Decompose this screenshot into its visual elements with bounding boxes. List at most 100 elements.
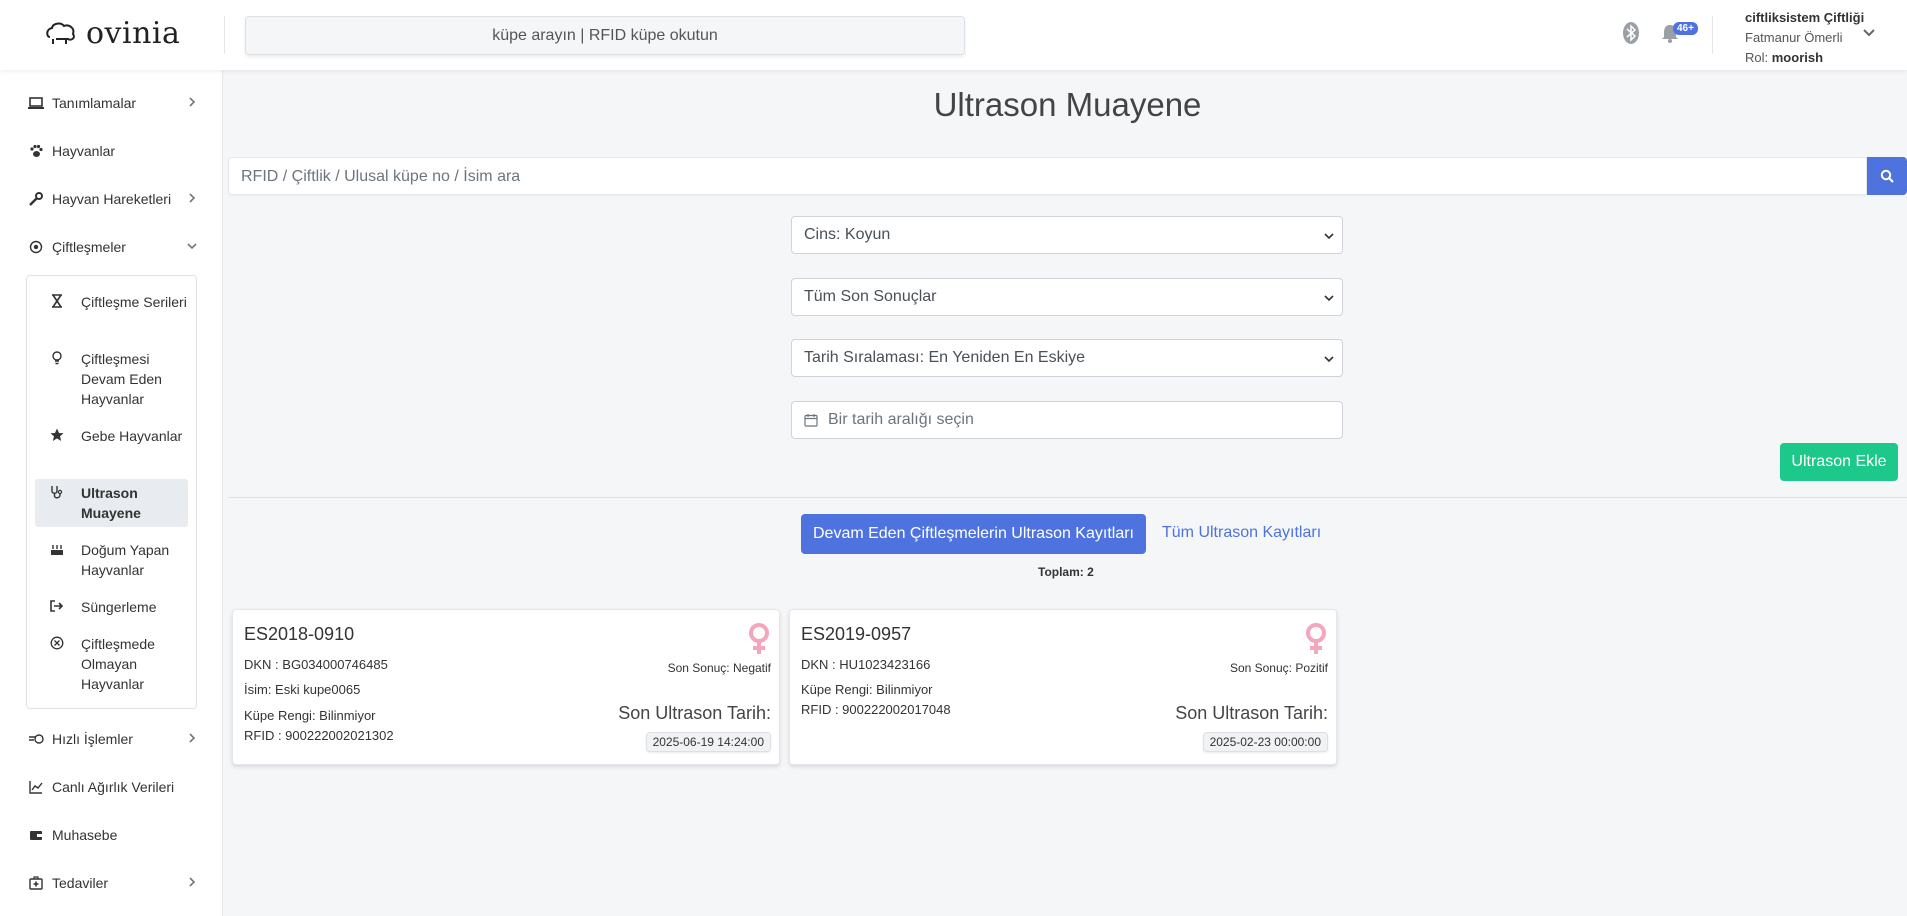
- sidebar-item-ciftlesmeler[interactable]: Çiftleşmeler: [28, 236, 198, 258]
- chevron-down-icon: [1324, 356, 1334, 363]
- submenu-item-ciftlesme-serileri[interactable]: Çiftleşme Serileri: [35, 288, 188, 316]
- medkit-icon: [28, 875, 44, 891]
- sign-out-icon: [49, 597, 65, 615]
- wallet-icon: [28, 827, 44, 843]
- bluetooth-icon[interactable]: [1622, 21, 1640, 45]
- breed-select[interactable]: Cins: Koyun: [791, 216, 1343, 254]
- top-header: ovinia küpe arayın | RFID küpe okutun 46…: [0, 0, 1907, 70]
- times-circle-icon: [49, 634, 65, 652]
- chart-line-icon: [28, 779, 44, 795]
- user-name: Fatmanur Ömerli: [1745, 30, 1843, 45]
- chevron-right-icon: [189, 877, 196, 887]
- female-icon: [1306, 623, 1326, 654]
- animal-name: İsim: Eski kupe0065: [244, 682, 361, 697]
- divider: [228, 497, 1907, 498]
- hourglass-icon: [49, 292, 65, 310]
- brand-logo[interactable]: ovinia: [44, 16, 180, 51]
- submenu-item-sungerleme[interactable]: Süngerleme: [35, 593, 188, 621]
- tab-ongoing-matings-ultrasound[interactable]: Devam Eden Çiftleşmelerin Ultrason Kayıt…: [801, 514, 1146, 554]
- sidebar-item-hizli-islemler[interactable]: Hızlı İşlemler: [28, 728, 198, 750]
- notification-badge: 46+: [1673, 22, 1698, 35]
- header-divider: [224, 16, 225, 54]
- brand-name: ovinia: [86, 16, 181, 51]
- sort-select-value: Tarih Sıralaması: En Yeniden En Eskiye: [804, 349, 1086, 366]
- lightbulb-icon: [49, 349, 65, 367]
- sidebar: Tanımlamalar Hayvanlar Hayvan Hareketler…: [0, 70, 223, 916]
- tab-all-ultrasound[interactable]: Tüm Ultrason Kayıtları: [1162, 524, 1321, 542]
- total-count: Toplam: 2: [1038, 565, 1094, 579]
- sidebar-item-label: Çiftleşmeler: [52, 239, 126, 255]
- calendar-icon: [804, 414, 818, 427]
- sidebar-item-label: Tedaviler: [52, 875, 109, 891]
- user-menu[interactable]: ciftliksistem Çiftliği Fatmanur Ömerli R…: [1745, 8, 1875, 68]
- last-ultrasound-label: Son Ultrason Tarih:: [618, 703, 771, 723]
- page-title: Ultrason Muayene: [933, 86, 1202, 123]
- dot-circle-icon: [28, 239, 44, 255]
- submenu-item-label: Ultrason Muayene: [81, 485, 141, 521]
- sidebar-item-label: Canlı Ağırlık Verileri: [52, 779, 175, 795]
- animal-dkn: DKN : BG034000746485: [244, 657, 388, 672]
- ear-tag-search-input[interactable]: küpe arayın | RFID küpe okutun: [245, 16, 965, 55]
- submenu-item-ciftlesmede-olmayan[interactable]: Çiftleşmede Olmayan Hayvanlar: [35, 630, 188, 698]
- last-result: Son Sonuç: Pozitif: [1229, 661, 1328, 675]
- submenu-item-label: Doğum Yapan Hayvanlar: [81, 542, 170, 578]
- sidebar-item-hayvanlar[interactable]: Hayvanlar: [28, 140, 198, 162]
- ear-tag-color: Küpe Rengi: Bilinmiyor: [244, 708, 376, 723]
- bolt-icon: [28, 731, 44, 747]
- animal-dkn: DKN : HU1023423166: [801, 657, 931, 672]
- result-select[interactable]: Tüm Son Sonuçlar: [791, 278, 1343, 316]
- user-role: Rol: moorish: [1745, 50, 1824, 65]
- last-ultrasound-date: 2025-06-19 14:24:00: [645, 732, 771, 752]
- animal-card[interactable]: ES2018-0910 DKN : BG034000746485 Son Son…: [232, 609, 780, 765]
- date-range-input[interactable]: Bir tarih aralığı seçin: [791, 401, 1343, 439]
- submenu-item-ciftlesmesi-devam-eden[interactable]: Çiftleşmesi Devam Eden Hayvanlar: [35, 345, 188, 413]
- add-ultrasound-button[interactable]: Ultrason Ekle: [1780, 443, 1898, 481]
- date-range-placeholder: Bir tarih aralığı seçin: [828, 411, 974, 428]
- submenu-item-label: Gebe Hayvanlar: [81, 428, 183, 444]
- sidebar-item-muhasebe[interactable]: Muhasebe: [28, 824, 198, 846]
- cake-icon: [49, 540, 65, 558]
- search-button[interactable]: [1867, 157, 1907, 195]
- farm-name: ciftliksistem Çiftliği: [1745, 10, 1865, 25]
- submenu-item-label: Çiftleşme Serileri: [81, 294, 187, 310]
- chevron-right-icon: [189, 97, 196, 107]
- chevron-down-icon: [1324, 295, 1334, 302]
- sidebar-item-label: Hızlı İşlemler: [52, 731, 133, 747]
- sidebar-item-tedaviler[interactable]: Tedaviler: [28, 872, 198, 894]
- animal-tag: ES2019-0957: [801, 624, 912, 644]
- ciftlesmeler-submenu: Çiftleşme Serileri Çiftleşmesi Devam Ede…: [26, 275, 197, 709]
- submenu-item-ultrason-muayene[interactable]: Ultrason Muayene: [35, 479, 188, 527]
- sidebar-item-label: Tanımlamalar: [52, 95, 137, 111]
- star-icon: [49, 426, 65, 444]
- submenu-item-label: Süngerleme: [81, 599, 157, 615]
- breed-select-value: Cins: Koyun: [804, 226, 891, 243]
- sort-select[interactable]: Tarih Sıralaması: En Yeniden En Eskiye: [791, 339, 1343, 377]
- animal-rfid: RFID : 900222002021302: [244, 728, 394, 743]
- stethoscope-icon: [49, 483, 65, 501]
- sidebar-item-canli-agirlik[interactable]: Canlı Ağırlık Verileri: [28, 776, 198, 798]
- animal-rfid: RFID : 900222002017048: [801, 702, 951, 717]
- chevron-right-icon: [189, 733, 196, 743]
- sidebar-item-label: Hayvan Hareketleri: [52, 191, 172, 207]
- animal-card[interactable]: ES2019-0957 DKN : HU1023423166 Son Sonuç…: [789, 609, 1337, 765]
- sidebar-item-tanimlamalar[interactable]: Tanımlamalar: [28, 92, 198, 114]
- animal-tag: ES2018-0910: [244, 624, 355, 644]
- submenu-item-label: Çiftleşmesi Devam Eden Hayvanlar: [81, 351, 162, 407]
- wrench-icon: [28, 191, 44, 207]
- chevron-right-icon: [189, 193, 196, 203]
- laptop-icon: [28, 95, 44, 111]
- ear-tag-color: Küpe Rengi: Bilinmiyor: [801, 682, 933, 697]
- chevron-down-icon: [187, 243, 197, 250]
- submenu-item-gebe-hayvanlar[interactable]: Gebe Hayvanlar: [35, 422, 188, 450]
- last-result: Son Sonuç: Negatif: [667, 661, 771, 675]
- last-ultrasound-date: 2025-02-23 00:00:00: [1202, 732, 1328, 752]
- chevron-down-icon[interactable]: [1862, 26, 1876, 40]
- chevron-down-icon: [1324, 233, 1334, 240]
- sidebar-item-hayvan-hareketleri[interactable]: Hayvan Hareketleri: [28, 188, 198, 210]
- sheep-logo-icon: [46, 22, 75, 44]
- last-ultrasound-label: Son Ultrason Tarih:: [1175, 703, 1328, 723]
- submenu-item-dogum-yapan[interactable]: Doğum Yapan Hayvanlar: [35, 536, 188, 584]
- animal-search-input[interactable]: RFID / Çiftlik / Ulusal küpe no / İsim a…: [228, 157, 1867, 195]
- paw-icon: [28, 143, 44, 159]
- header-divider: [1712, 16, 1713, 54]
